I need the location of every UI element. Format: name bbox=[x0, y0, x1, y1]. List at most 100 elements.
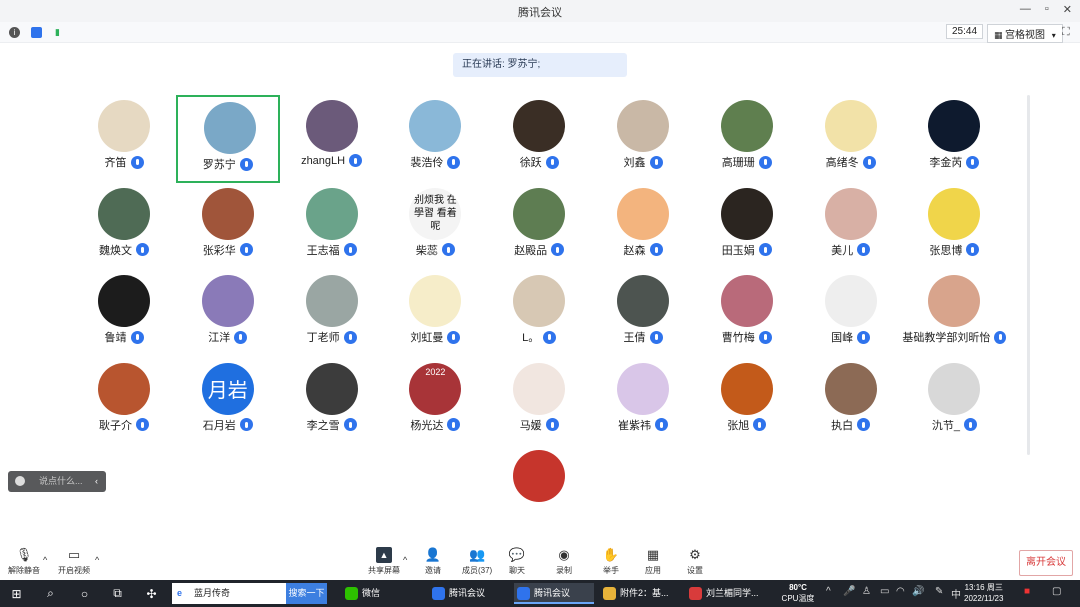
invite-button[interactable]: 👤 邀请 bbox=[425, 547, 441, 576]
participant-tile[interactable]: 马媛 bbox=[487, 358, 591, 446]
pen-icon[interactable]: ✎ bbox=[935, 586, 943, 597]
video-button[interactable]: ▭ 开启视频 bbox=[58, 547, 90, 576]
participant-name-row: 徐跃 bbox=[487, 154, 591, 170]
mic-tray-icon[interactable]: 🎤 bbox=[843, 586, 855, 597]
taskbar-app[interactable]: 腾讯会议 bbox=[514, 583, 594, 604]
battery-icon[interactable]: ▭ bbox=[880, 586, 889, 597]
apps-button[interactable]: ▦ 应用 bbox=[645, 547, 661, 576]
tray-expand-icon[interactable]: ^ bbox=[826, 586, 831, 597]
search-icon[interactable]: ⌕ bbox=[43, 586, 58, 601]
participant-tile[interactable]: 张彩华 bbox=[176, 183, 280, 271]
chat-label: 聊天 bbox=[509, 566, 525, 575]
record-button[interactable]: ◉ 录制 bbox=[556, 547, 572, 576]
video-options-icon[interactable]: ^ bbox=[95, 555, 99, 565]
settings-button[interactable]: ⚙ 设置 bbox=[687, 547, 703, 576]
info-icon[interactable]: i bbox=[9, 27, 20, 38]
participant-tile[interactable]: 魏焕文 bbox=[72, 183, 176, 271]
view-switch-button[interactable]: ▦ 宫格视图 ▾ bbox=[987, 24, 1063, 43]
notification-app-icon[interactable]: ■ bbox=[1024, 586, 1030, 597]
person-tray-icon[interactable]: ♙ bbox=[862, 586, 871, 597]
grid-scrollbar[interactable] bbox=[1027, 95, 1030, 455]
cortana-icon[interactable]: ○ bbox=[77, 586, 92, 601]
share-options-icon[interactable]: ^ bbox=[403, 555, 407, 565]
chat-button[interactable]: 💬 聊天 bbox=[509, 547, 525, 576]
participant-tile[interactable]: 李金芮 bbox=[902, 95, 1006, 183]
participant-tile[interactable]: 曹竹梅 bbox=[695, 270, 799, 358]
participant-tile[interactable]: 崔紫祎 bbox=[591, 358, 695, 446]
raise-hand-button[interactable]: ✋ 举手 bbox=[603, 547, 619, 576]
mic-icon bbox=[447, 330, 461, 344]
participant-tile[interactable]: 丁老师 bbox=[280, 270, 384, 358]
chat-quick-input[interactable]: 说点什么... ‹ bbox=[8, 471, 106, 492]
app-label: 附件2：基... bbox=[620, 588, 669, 598]
leave-meeting-button[interactable]: 离开会议 bbox=[1019, 550, 1073, 576]
fullscreen-icon[interactable]: ⛶ bbox=[1062, 26, 1070, 39]
participant-tile[interactable]: 王志福 bbox=[280, 183, 384, 271]
emoji-icon[interactable] bbox=[15, 476, 25, 486]
participant-name-row: 执白 bbox=[799, 417, 903, 433]
wifi-icon[interactable]: ◠ bbox=[896, 586, 905, 597]
participant-tile[interactable]: 李之雪 bbox=[280, 358, 384, 446]
participant-tile[interactable]: 耿子介 bbox=[72, 358, 176, 446]
mic-icon bbox=[966, 243, 980, 256]
participant-tile[interactable]: 赵森 bbox=[591, 183, 695, 271]
taskbar-clock[interactable]: 13:16 周三 2022/11/23 bbox=[964, 582, 1003, 604]
action-center-icon[interactable]: ▢ bbox=[1052, 586, 1061, 597]
participant-tile[interactable]: 基础教学部刘昕怡 bbox=[902, 270, 1007, 358]
participant-name: 张思博 bbox=[929, 244, 963, 257]
close-button[interactable]: ✕ bbox=[1063, 3, 1072, 16]
participant-tile[interactable]: zhangLH bbox=[280, 95, 384, 183]
share-screen-icon: ▲ bbox=[376, 547, 392, 563]
taskbar-search-button[interactable]: 搜索一下 bbox=[286, 583, 327, 604]
maximize-button[interactable]: ▫ bbox=[1045, 3, 1049, 16]
taskbar-app[interactable]: 微信 bbox=[342, 583, 422, 604]
avatar: 月岩 bbox=[201, 362, 254, 415]
participant-tile[interactable]: 月岩 石月岩 bbox=[176, 358, 280, 446]
participant-name: 美儿 bbox=[831, 244, 854, 257]
participant-tile[interactable]: 田玉娟 bbox=[695, 183, 799, 271]
taskbar-search-input[interactable]: e 蓝月传奇 bbox=[172, 583, 286, 604]
participant-tile[interactable]: 江洋 bbox=[176, 270, 280, 358]
members-icon: 👥 bbox=[469, 547, 486, 562]
taskbar-app[interactable]: 刘兰楣同学... bbox=[686, 583, 766, 604]
participant-tile[interactable]: 高绪冬 bbox=[799, 95, 903, 183]
fan-app-icon[interactable]: ✣ bbox=[144, 586, 159, 601]
windows-start-icon[interactable]: ⊞ bbox=[9, 586, 24, 601]
participant-tile[interactable]: 赵殿品 bbox=[487, 183, 591, 271]
participant-tile[interactable]: 徐跃 bbox=[487, 95, 591, 183]
participant-tile[interactable]: 氿节_ bbox=[902, 358, 1006, 446]
mic-icon bbox=[239, 418, 253, 431]
participant-tile[interactable]: L。 bbox=[487, 270, 591, 358]
taskbar-app[interactable]: 腾讯会议 bbox=[429, 583, 509, 604]
collapse-chat-icon[interactable]: ‹ bbox=[95, 471, 98, 492]
participant-tile[interactable]: 执白 bbox=[799, 358, 903, 446]
taskbar-app[interactable]: 附件2：基... bbox=[600, 583, 680, 604]
minimize-button[interactable]: — bbox=[1020, 3, 1031, 16]
shield-icon[interactable] bbox=[31, 27, 42, 38]
participant-tile[interactable]: 裴浩伶 bbox=[383, 95, 487, 183]
signal-icon[interactable]: ▮ bbox=[52, 27, 63, 38]
participant-tile[interactable]: 刘虹曼 bbox=[383, 270, 487, 358]
participant-tile[interactable]: 2022 杨光达 bbox=[383, 358, 487, 446]
ime-lang[interactable]: 中 bbox=[951, 586, 961, 601]
participant-name: 田玉娟 bbox=[721, 244, 755, 257]
participant-tile[interactable]: 刘鑫 bbox=[591, 95, 695, 183]
gear-icon: ⚙ bbox=[689, 547, 701, 562]
participant-tile[interactable]: 别烦我 在學習 看着呢 柴蕊 bbox=[383, 183, 487, 271]
participant-tile[interactable]: 鲁靖 bbox=[72, 270, 176, 358]
participant-tile[interactable]: 国峰 bbox=[799, 270, 903, 358]
members-button[interactable]: 👥 成员(37) bbox=[462, 547, 492, 576]
participant-tile[interactable]: 美儿 bbox=[799, 183, 903, 271]
participant-tile[interactable]: 张旭 bbox=[695, 358, 799, 446]
participant-tile[interactable]: 张思博 bbox=[902, 183, 1006, 271]
participant-tile[interactable] bbox=[487, 445, 591, 533]
participant-tile[interactable]: 齐笛 bbox=[72, 95, 176, 183]
mute-options-icon[interactable]: ^ bbox=[43, 555, 47, 565]
participant-tile[interactable]: 王倩 bbox=[591, 270, 695, 358]
participant-tile[interactable]: 高珊珊 bbox=[695, 95, 799, 183]
volume-icon[interactable]: 🔊 bbox=[912, 586, 924, 597]
share-screen-button[interactable]: ▲ 共享屏幕 bbox=[368, 547, 400, 576]
mute-button[interactable]: 🎙 解除静音 bbox=[8, 547, 40, 576]
participant-tile[interactable]: 罗苏宁 bbox=[175, 95, 280, 183]
task-view-icon[interactable]: ⧉ bbox=[110, 586, 125, 601]
